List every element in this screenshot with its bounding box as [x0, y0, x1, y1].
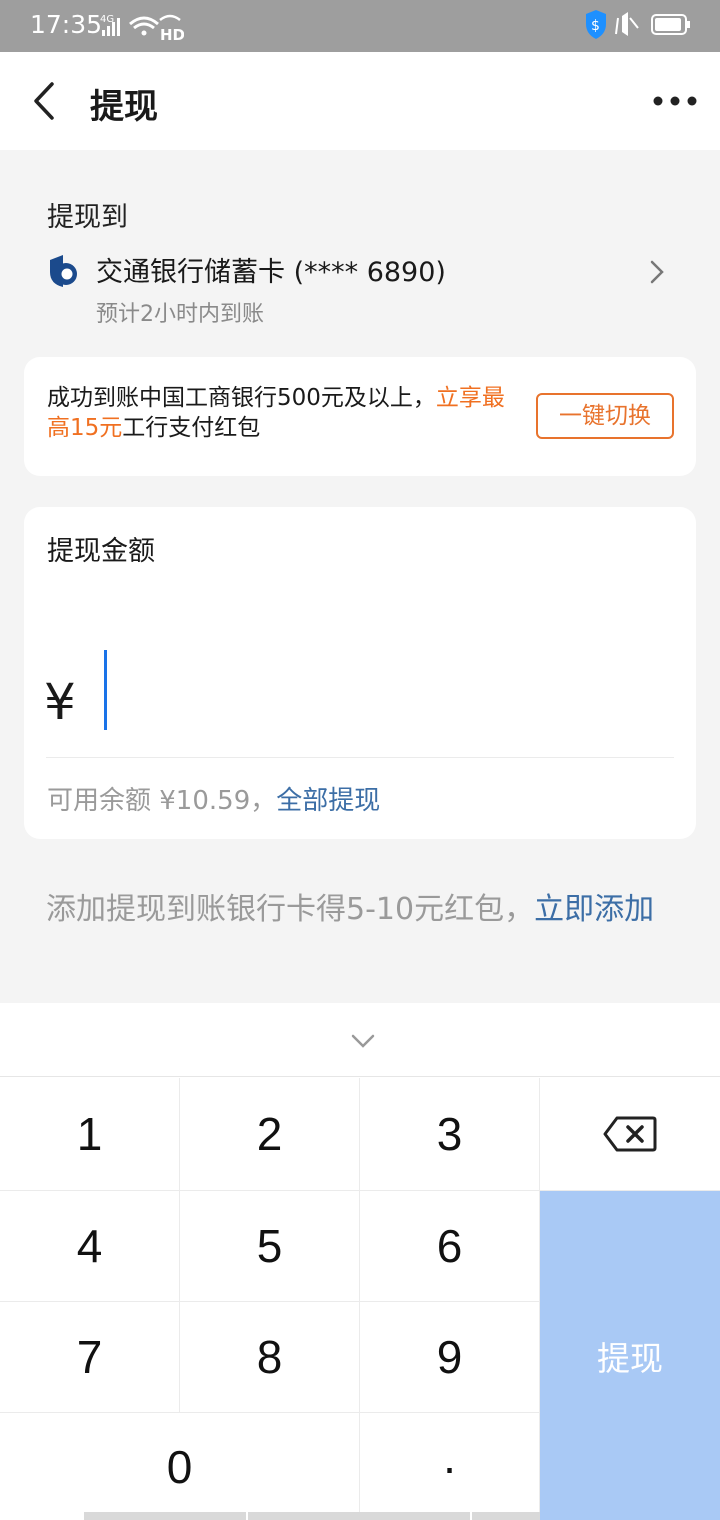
add-card-prompt: 添加提现到账银行卡得5-10元红包，立即添加 — [46, 892, 655, 927]
chevron-right-icon — [650, 260, 664, 284]
amount-card: 提现金额 ¥ 可用余额 ¥10.59，全部提现 — [24, 507, 696, 839]
key-4[interactable]: 4 — [0, 1191, 180, 1302]
key-6[interactable]: 6 — [360, 1191, 540, 1302]
key-2[interactable]: 2 — [180, 1078, 360, 1191]
bank-of-communications-logo-icon — [50, 255, 77, 287]
one-click-switch-button[interactable]: 一键切换 — [536, 393, 674, 439]
svg-text:$: $ — [591, 18, 600, 34]
arrival-estimate: 预计2小时内到账 — [96, 302, 264, 327]
withdraw-all-link[interactable]: 全部提现 — [276, 786, 380, 816]
backspace-key[interactable] — [540, 1078, 720, 1191]
chevron-down-icon[interactable] — [351, 1033, 375, 1049]
key-3[interactable]: 3 — [360, 1078, 540, 1191]
key-7[interactable]: 7 — [0, 1302, 180, 1413]
bottom-indicator — [248, 1512, 470, 1520]
withdraw-submit-button[interactable]: 提现 — [540, 1191, 720, 1520]
promo-card: 成功到账中国工商银行500元及以上，立享最高15元工行支付红包 一键切换 — [24, 357, 696, 476]
more-options-icon[interactable] — [652, 90, 698, 112]
status-time: 17:35 — [30, 10, 103, 39]
withdraw-to-label: 提现到 — [47, 202, 128, 233]
key-1[interactable]: 1 — [0, 1078, 180, 1191]
keyboard-collapse-bar[interactable] — [0, 1003, 720, 1077]
key-0[interactable]: 0 — [0, 1413, 360, 1520]
nav-bar: 提现 — [0, 52, 720, 150]
backspace-icon — [603, 1116, 657, 1152]
status-indicators-icon: $ — [586, 10, 690, 39]
bottom-indicator — [472, 1512, 540, 1520]
bank-card-selector[interactable]: 交通银行储蓄卡 (**** 6890) 预计2小时内到账 — [0, 240, 720, 330]
add-card-now-link[interactable]: 立即添加 — [534, 892, 654, 927]
available-balance: 可用余额 ¥10.59，全部提现 — [47, 786, 381, 816]
status-bar: 17:35 4G HD $ — [0, 0, 720, 52]
divider — [46, 757, 674, 758]
key-8[interactable]: 8 — [180, 1302, 360, 1413]
network-signal-icon: 4G HD — [100, 14, 184, 42]
bottom-indicator — [84, 1512, 246, 1520]
page-title: 提现 — [90, 87, 158, 127]
bank-name: 交通银行储蓄卡 (**** 6890) — [96, 257, 446, 288]
promo-text: 成功到账中国工商银行500元及以上，立享最高15元工行支付红包 — [47, 385, 505, 441]
text-caret — [104, 650, 107, 730]
back-arrow-icon[interactable] — [28, 80, 60, 122]
currency-symbol: ¥ — [44, 673, 76, 731]
key-9[interactable]: 9 — [360, 1302, 540, 1413]
key-5[interactable]: 5 — [180, 1191, 360, 1302]
numeric-keyboard: 1 2 3 4 5 6 7 8 9 0 · 提现 — [0, 1003, 720, 1520]
amount-label: 提现金额 — [47, 536, 155, 567]
svg-text:HD: HD — [160, 26, 184, 42]
key-dot[interactable]: · — [360, 1413, 540, 1520]
amount-input[interactable] — [102, 649, 662, 733]
